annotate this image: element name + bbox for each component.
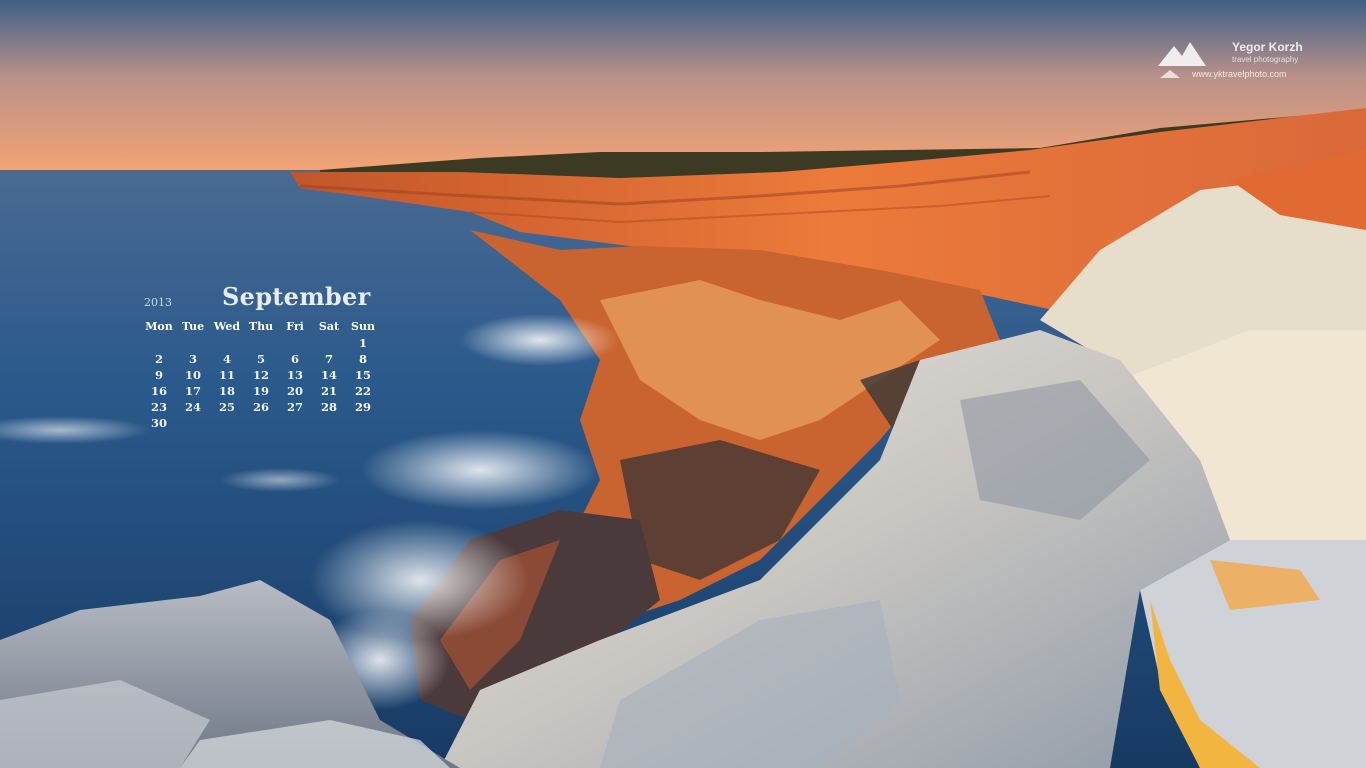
calendar-weekday-header: Sun xyxy=(351,320,375,333)
calendar-day: 21 xyxy=(320,384,337,398)
calendar-day: 15 xyxy=(354,368,371,382)
calendar-day: 3 xyxy=(188,352,197,366)
calendar-day: 19 xyxy=(252,384,269,398)
calendar-empty-cell xyxy=(312,336,346,352)
photographer-tagline: travel photography xyxy=(1232,55,1299,64)
calendar-weekday-header: Fri xyxy=(286,320,304,333)
calendar-day: 4 xyxy=(222,352,231,366)
calendar-empty-cell xyxy=(346,416,380,432)
calendar-day: 8 xyxy=(358,352,367,366)
calendar-day: 26 xyxy=(252,400,269,414)
calendar-year: 2013 xyxy=(144,296,172,309)
calendar-weekday-header: Sat xyxy=(318,320,340,333)
calendar-day: 13 xyxy=(286,368,303,382)
calendar-day: 20 xyxy=(286,384,303,398)
calendar-day: 30 xyxy=(150,416,167,430)
calendar-day: 14 xyxy=(320,368,337,382)
calendar-day: 16 xyxy=(150,384,167,398)
calendar-day: 11 xyxy=(218,368,235,382)
calendar-day: 27 xyxy=(286,400,303,414)
calendar-day: 12 xyxy=(252,368,269,382)
calendar-day: 28 xyxy=(320,400,337,414)
calendar-day: 17 xyxy=(184,384,201,398)
calendar-day: 2 xyxy=(154,352,163,366)
calendar-empty-cell xyxy=(244,336,278,352)
calendar-empty-cell xyxy=(176,416,210,432)
photographer-watermark: Yegor Korzh travel photography www.yktra… xyxy=(1156,38,1316,82)
calendar-day: 23 xyxy=(150,400,167,414)
calendar-month: September xyxy=(222,282,371,311)
photographer-url: www.yktravelphoto.com xyxy=(1192,69,1287,79)
calendar-weekday-header: Tue xyxy=(181,320,205,333)
calendar-day: 7 xyxy=(324,352,333,366)
month-calendar: 2013 September Mon Tue Wed Thu Fri Sat Sun 1 2 3 4… xyxy=(142,282,382,432)
calendar-day: 10 xyxy=(184,368,201,382)
calendar-grid: Mon Tue Wed Thu Fri Sat Sun 1 2 3 4 5 6 7 8 9 10 11 12 13 14… xyxy=(142,320,382,432)
calendar-empty-cell xyxy=(210,336,244,352)
calendar-weekday-header: Thu xyxy=(248,320,274,333)
calendar-day: 25 xyxy=(218,400,235,414)
calendar-weekday-header: Wed xyxy=(213,320,241,333)
calendar-empty-cell xyxy=(278,336,312,352)
calendar-empty-cell xyxy=(142,336,176,352)
calendar-empty-cell xyxy=(210,416,244,432)
photographer-name: Yegor Korzh xyxy=(1232,40,1303,54)
calendar-day: 18 xyxy=(218,384,235,398)
calendar-weekday-header: Mon xyxy=(145,320,173,333)
calendar-day: 24 xyxy=(184,400,201,414)
calendar-day: 6 xyxy=(290,352,299,366)
calendar-day: 29 xyxy=(354,400,371,414)
calendar-day: 5 xyxy=(256,352,265,366)
calendar-day: 22 xyxy=(354,384,371,398)
calendar-empty-cell xyxy=(312,416,346,432)
calendar-day: 1 xyxy=(358,336,367,350)
calendar-empty-cell xyxy=(244,416,278,432)
calendar-empty-cell xyxy=(176,336,210,352)
calendar-day: 9 xyxy=(154,368,163,382)
calendar-empty-cell xyxy=(278,416,312,432)
